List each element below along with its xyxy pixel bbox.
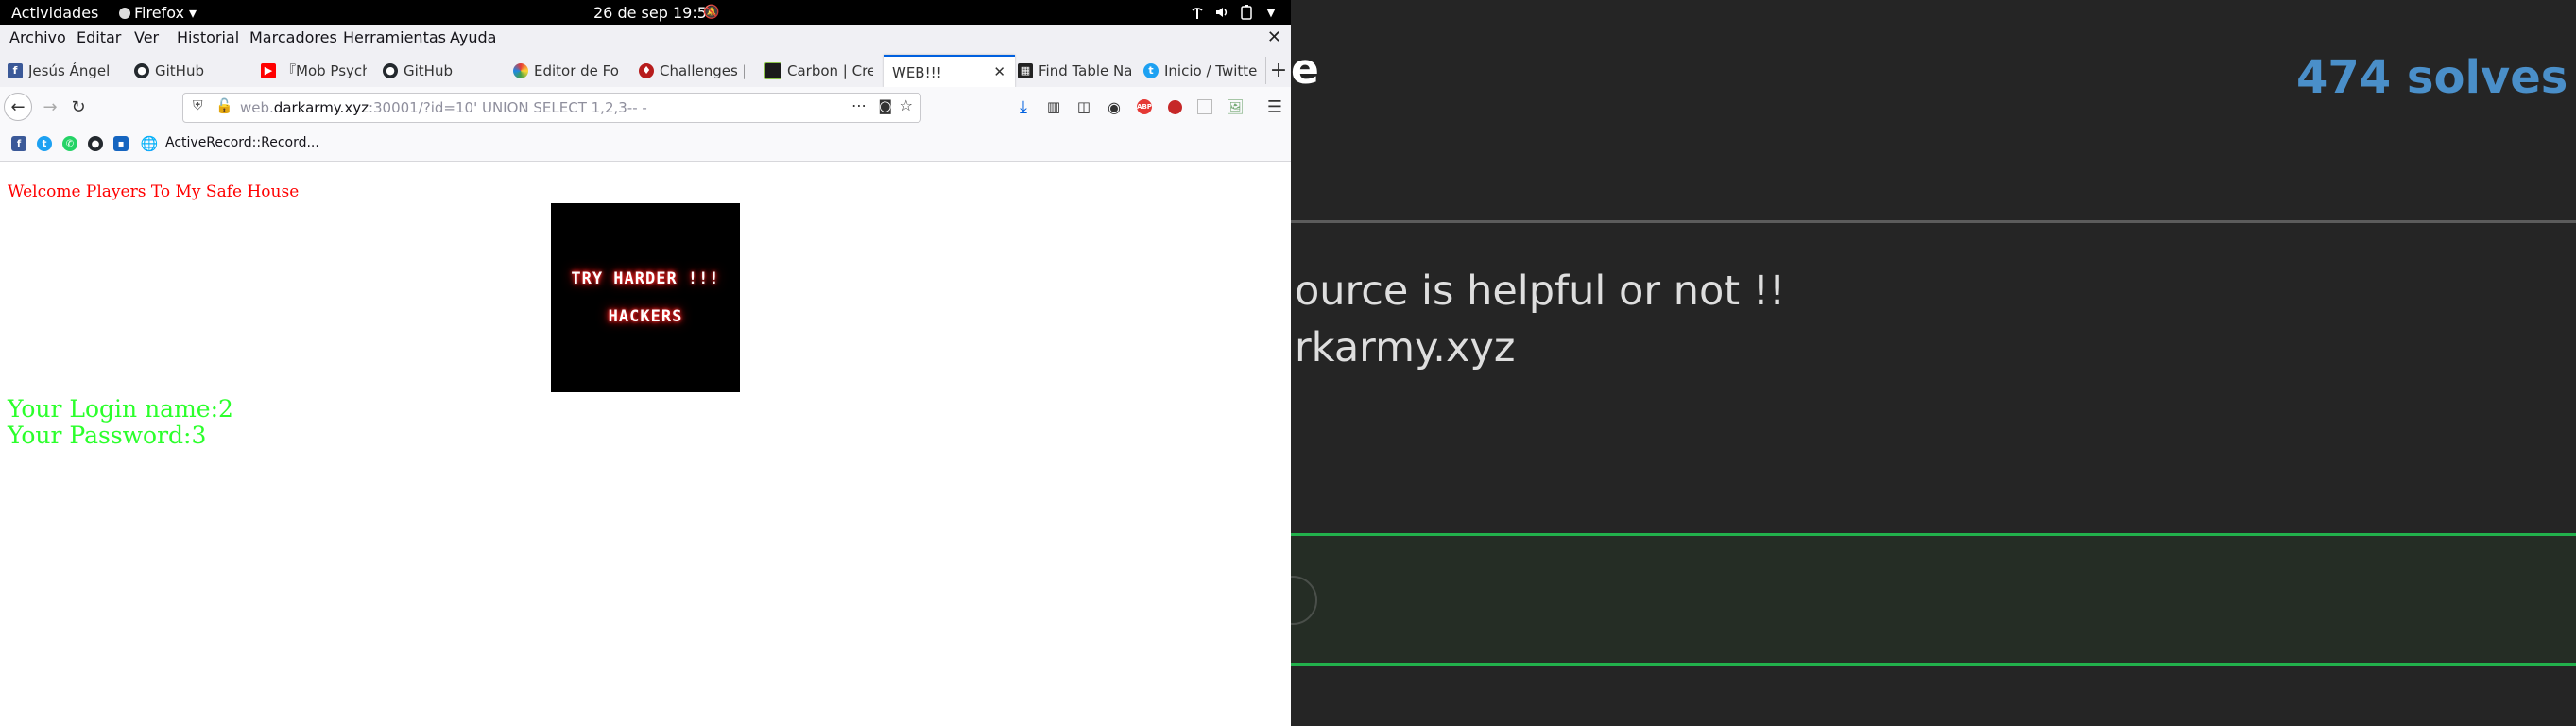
- bookmark-twitter-icon[interactable]: t: [37, 136, 52, 151]
- volume-icon[interactable]: [1213, 4, 1230, 21]
- battery-icon[interactable]: [1238, 4, 1255, 21]
- extension-blank-icon[interactable]: [1191, 93, 1219, 121]
- close-tab-icon[interactable]: ✕: [993, 63, 1005, 80]
- tab-label: Jesús Ángel: [28, 61, 111, 79]
- account-icon[interactable]: ◉: [1100, 93, 1128, 121]
- tab-label: Inicio / Twitte: [1164, 61, 1257, 79]
- github-icon: ●: [134, 62, 149, 78]
- notifications-muted-icon: 🔕: [703, 5, 720, 20]
- hamburger-menu-icon[interactable]: ☰: [1261, 93, 1289, 121]
- tab-youtube[interactable]: ▶ 『Mob Psycho: [261, 57, 367, 84]
- tab-github-2[interactable]: ● GitHub: [383, 57, 496, 84]
- logo-line-1: TRY HARDER !!!: [571, 269, 720, 288]
- url-bar[interactable]: ⛨ 🔓 web.darkarmy.xyz:30001/?id=10' UNION…: [182, 93, 921, 123]
- tab-carbon[interactable]: Carbon | Crea: [764, 57, 873, 84]
- tab-web-active[interactable]: WEB!!! ✕: [884, 55, 1015, 88]
- challenge-title-fragment: e: [1291, 45, 1319, 94]
- tab-label: Find Table Na: [1039, 61, 1131, 79]
- sidebar-icon[interactable]: ◫: [1070, 93, 1098, 121]
- divider: [1291, 220, 2576, 223]
- activities-button[interactable]: Actividades: [11, 4, 98, 22]
- clock[interactable]: 26 de sep 19:52: [593, 4, 716, 22]
- tab-facebook[interactable]: f Jesús Ángel: [8, 57, 126, 84]
- page-content: Welcome Players To My Safe House TRY HAR…: [0, 162, 1291, 726]
- login-name-result: Your Login name:2: [8, 395, 233, 423]
- flag-input-box[interactable]: [1291, 533, 2576, 666]
- page-actions-menu-icon[interactable]: ⋯: [851, 96, 867, 114]
- globe-icon: 🌐: [140, 135, 159, 152]
- url-host: darkarmy.xyz: [273, 99, 369, 116]
- system-menu-chevron-icon[interactable]: ▼: [1262, 4, 1279, 21]
- system-top-bar: Actividades Firefox ▾ 26 de sep 19:52 🔕 …: [0, 0, 1291, 25]
- back-button[interactable]: ←: [4, 93, 32, 121]
- tab-photo-editor[interactable]: Editor de Foto: [513, 57, 619, 84]
- input-circle-icon: [1291, 576, 1317, 625]
- tab-twitter[interactable]: t Inicio / Twitte: [1143, 57, 1257, 84]
- ctf-icon: ♦: [639, 62, 654, 78]
- downloads-icon[interactable]: ⤓: [1009, 93, 1038, 121]
- solves-count: 474 solves /: [2296, 51, 2576, 104]
- github-icon: ●: [383, 62, 398, 78]
- tab-label: GitHub: [155, 61, 204, 79]
- network-icon[interactable]: [1189, 4, 1206, 21]
- app-menu-label: Firefox: [134, 4, 184, 22]
- bookmarks-toolbar: f t ✆ ● ▪ 🌐 ActiveRecord::Record...: [0, 128, 1291, 162]
- menu-herramientas[interactable]: Herramientas: [343, 28, 446, 46]
- bookmark-facebook-icon[interactable]: f: [11, 136, 26, 151]
- bookmark-star-icon[interactable]: ☆: [900, 96, 913, 114]
- photo-editor-icon: [513, 62, 528, 78]
- firefox-window: Archivo Editar Ver Historial Marcadores …: [0, 25, 1291, 726]
- tab-bar: f Jesús Ángel ● GitHub ▶ 『Mob Psycho ● G…: [0, 54, 1291, 88]
- menu-editar[interactable]: Editar: [77, 28, 121, 46]
- facebook-icon: f: [8, 62, 23, 78]
- library-icon[interactable]: ▥: [1039, 93, 1068, 121]
- tab-label: Editor de Foto: [534, 61, 619, 79]
- carbon-icon: [764, 61, 781, 79]
- navigation-toolbar: ← → ↻ ⛨ 🔓 web.darkarmy.xyz:30001/?id=10'…: [0, 87, 1291, 128]
- menu-marcadores[interactable]: Marcadores: [249, 28, 337, 46]
- bookmark-github-icon[interactable]: ●: [88, 136, 103, 151]
- tab-challenges[interactable]: ♦ Challenges | D: [639, 57, 745, 84]
- menu-ayuda[interactable]: Ayuda: [450, 28, 496, 46]
- reload-button[interactable]: ↻: [64, 93, 93, 121]
- tab-label: Challenges | D: [660, 61, 745, 79]
- tab-label: GitHub: [404, 61, 453, 79]
- table-icon: ▦: [1018, 62, 1033, 78]
- twitter-icon: t: [1143, 62, 1159, 78]
- tab-label: 『Mob Psycho: [282, 62, 367, 79]
- pocket-icon[interactable]: ◙: [878, 97, 892, 114]
- ctf-challenge-panel: e 474 solves / ource is helpful or not !…: [1291, 0, 2576, 726]
- menu-bar: Archivo Editar Ver Historial Marcadores …: [0, 25, 1291, 54]
- new-tab-button[interactable]: +: [1265, 57, 1291, 84]
- url-text[interactable]: web.darkarmy.xyz:30001/?id=10' UNION SEL…: [240, 99, 647, 116]
- firefox-app-menu[interactable]: Firefox ▾: [119, 4, 197, 22]
- extension-red-icon[interactable]: [1160, 93, 1189, 121]
- tab-label: Carbon | Crea: [787, 61, 873, 79]
- firefox-icon: [119, 8, 130, 19]
- menu-ver[interactable]: Ver: [134, 28, 159, 46]
- challenge-description-line-2: rkarmy.xyz: [1295, 324, 1516, 372]
- bookmark-blue-icon[interactable]: ▪: [113, 136, 129, 151]
- youtube-icon: ▶: [261, 62, 276, 78]
- welcome-heading: Welcome Players To My Safe House: [8, 182, 300, 201]
- logo-line-2: HACKERS: [608, 307, 683, 326]
- tab-find-table[interactable]: ▦ Find Table Na: [1018, 57, 1131, 84]
- try-harder-logo-image: TRY HARDER !!! HACKERS: [551, 203, 740, 392]
- tab-github[interactable]: ● GitHub: [134, 57, 248, 84]
- tab-label: WEB!!!: [892, 63, 942, 81]
- bookmark-activerecord[interactable]: ActiveRecord::Record...: [165, 135, 319, 150]
- menu-historial[interactable]: Historial: [177, 28, 239, 46]
- insecure-lock-icon[interactable]: 🔓: [215, 97, 233, 114]
- close-window-icon[interactable]: ✕: [1267, 27, 1281, 47]
- bookmark-whatsapp-icon[interactable]: ✆: [62, 136, 77, 151]
- adblock-icon[interactable]: ABP: [1130, 93, 1159, 121]
- menu-archivo[interactable]: Archivo: [9, 28, 66, 46]
- url-prefix: web.: [240, 99, 274, 116]
- image-extension-icon[interactable]: 🖼: [1221, 93, 1249, 121]
- shield-icon[interactable]: ⛨: [193, 98, 203, 113]
- url-path: :30001/?id=10' UNION SELECT 1,2,3-- -: [368, 99, 647, 116]
- challenge-description-line-1: ource is helpful or not !!: [1295, 268, 1786, 315]
- forward-button[interactable]: →: [36, 93, 64, 121]
- password-result: Your Password:3: [8, 422, 207, 449]
